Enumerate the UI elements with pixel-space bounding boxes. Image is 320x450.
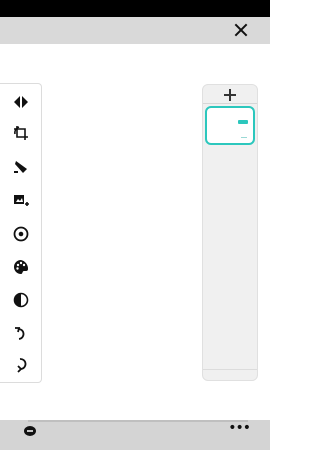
bottom-tab-strip: [28, 420, 248, 422]
brush-icon[interactable]: [12, 158, 30, 176]
palette-icon[interactable]: [12, 258, 30, 276]
pages-panel: [202, 84, 258, 381]
redo-icon[interactable]: [12, 356, 30, 374]
status-bar: [0, 0, 270, 17]
chat-dot: [31, 430, 33, 432]
plus-icon[interactable]: [223, 88, 237, 102]
tools-panel: [0, 83, 42, 383]
diamond-arrows-icon[interactable]: [12, 93, 30, 111]
chat-icon[interactable]: [24, 426, 36, 436]
pages-footer-divider: [203, 369, 257, 370]
thumbnail-element: [238, 120, 248, 124]
pages-divider: [203, 103, 257, 104]
undo-icon[interactable]: [12, 324, 30, 342]
contrast-icon[interactable]: [12, 291, 30, 309]
bottom-bar: •••: [0, 420, 270, 450]
add-image-icon[interactable]: [12, 192, 30, 210]
page-thumbnail[interactable]: [205, 106, 255, 145]
close-icon[interactable]: [234, 23, 248, 37]
more-options-button[interactable]: •••: [228, 421, 251, 435]
thumbnail-line: [241, 137, 247, 138]
top-bar: [0, 17, 270, 44]
crop-rotate-icon[interactable]: [12, 124, 30, 142]
eye-icon[interactable]: [12, 225, 30, 243]
